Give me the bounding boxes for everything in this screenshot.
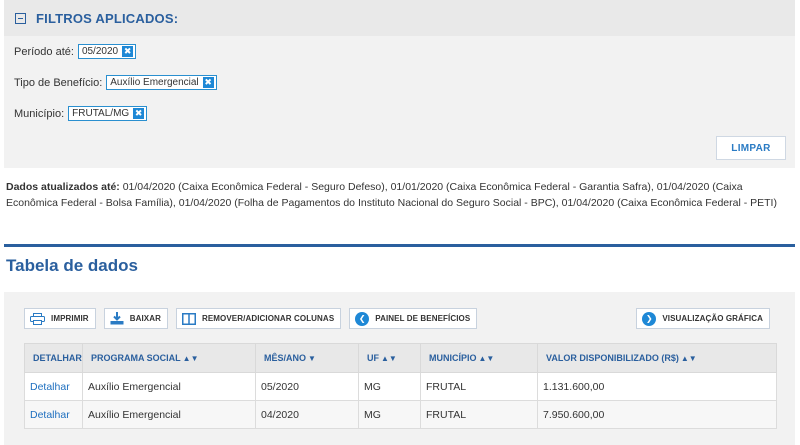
value-cell: 1.131.600,00 (537, 372, 777, 401)
filter-benefit-type-chip: Auxílio Emergencial ✖ (106, 75, 217, 90)
column-header-municipality[interactable]: MUNICÍPIO ▲▼ (420, 343, 538, 373)
column-header-month[interactable]: MÊS/ANO ▼ (255, 343, 359, 373)
sort-descending-icon[interactable]: ▼ (308, 354, 316, 363)
section-divider (4, 244, 795, 247)
filter-municipality-value: FRUTAL/MG (72, 108, 130, 119)
column-header-uf[interactable]: UF ▲▼ (358, 343, 421, 373)
download-label: BAIXAR (129, 314, 161, 323)
chevron-left-icon: ❮ (355, 311, 370, 326)
applied-filters-header[interactable]: FILTROS APLICADOS: (4, 0, 795, 36)
print-button[interactable]: IMPRIMIR (24, 308, 96, 329)
data-table: DETALHAR PROGRAMA SOCIAL ▲▼ MÊS/ANO ▼ UF ▲▼… (24, 343, 777, 429)
column-header-value[interactable]: VALOR DISPONIBILIZADO (R$) ▲▼ (537, 343, 777, 373)
filter-period-label: Período até: (14, 45, 74, 58)
column-header-detail: DETALHAR (24, 343, 83, 373)
download-icon (110, 312, 124, 325)
remove-filter-icon[interactable]: ✖ (202, 77, 214, 88)
sort-icon[interactable]: ▲▼ (183, 354, 199, 363)
detail-link-cell[interactable]: Detalhar (24, 372, 83, 401)
section-title: Tabela de dados (6, 256, 138, 275)
chevron-down-icon: ❯ (642, 311, 657, 326)
municipality-cell: FRUTAL (420, 400, 538, 429)
download-button[interactable]: BAIXAR (103, 308, 168, 329)
collapse-icon[interactable] (15, 12, 26, 24)
applied-filters-panel: FILTROS APLICADOS: Período até: 05/2020 … (4, 0, 795, 168)
filter-municipality-label: Município: (14, 107, 65, 120)
filter-period-chip: 05/2020 ✖ (77, 44, 137, 59)
filter-period-value: 05/2020 (81, 46, 119, 57)
detail-link[interactable]: Detalhar (30, 381, 70, 393)
columns-button[interactable]: REMOVER/ADICIONAR COLUNAS (175, 308, 342, 329)
print-label: IMPRIMIR (51, 314, 89, 323)
data-table-panel: IMPRIMIR BAIXAR REMOVER/ADICIONAR COLUNA… (4, 292, 795, 445)
sort-icon[interactable]: ▲▼ (681, 354, 697, 363)
benefits-panel-button[interactable]: ❮ PAINEL DE BENEFÍCIOS (349, 308, 478, 329)
month-cell: 05/2020 (255, 372, 359, 401)
chart-view-label: VISUALIZAÇÃO GRÁFICA (662, 314, 763, 323)
applied-filters-title: FILTROS APLICADOS: (36, 10, 179, 26)
filter-period: Período até: 05/2020 ✖ (14, 44, 137, 59)
detail-link[interactable]: Detalhar (30, 409, 70, 421)
municipality-cell: FRUTAL (420, 372, 538, 401)
data-updated-note: Dados atualizados até: 01/04/2020 (Caixa… (6, 179, 786, 211)
column-header-program[interactable]: PROGRAMA SOCIAL ▲▼ (82, 343, 256, 373)
sort-icon[interactable]: ▲▼ (381, 354, 397, 363)
table-row: Detalhar Auxílio Emergencial 04/2020 MG … (24, 400, 777, 429)
filter-benefit-type: Tipo de Benefício: Auxílio Emergencial ✖ (14, 75, 217, 90)
table-header-row: DETALHAR PROGRAMA SOCIAL ▲▼ MÊS/ANO ▼ UF ▲▼… (24, 343, 777, 373)
clear-filters-button[interactable]: LIMPAR (716, 136, 786, 160)
remove-filter-icon[interactable]: ✖ (122, 46, 134, 57)
sort-icon[interactable]: ▲▼ (479, 354, 495, 363)
columns-icon (181, 312, 196, 325)
value-cell: 7.950.600,00 (537, 400, 777, 429)
program-cell: Auxílio Emergencial (82, 372, 256, 401)
uf-cell: MG (358, 372, 421, 401)
filter-benefit-type-value: Auxílio Emergencial (110, 77, 199, 88)
table-toolbar: IMPRIMIR BAIXAR REMOVER/ADICIONAR COLUNA… (24, 308, 485, 329)
chart-view-button[interactable]: ❯ VISUALIZAÇÃO GRÁFICA (636, 308, 770, 329)
data-updated-text: 01/04/2020 (Caixa Econômica Federal - Se… (6, 181, 777, 209)
remove-filter-icon[interactable]: ✖ (133, 108, 145, 119)
uf-cell: MG (358, 400, 421, 429)
benefits-panel-label: PAINEL DE BENEFÍCIOS (375, 314, 471, 323)
filter-municipality: Município: FRUTAL/MG ✖ (14, 106, 148, 121)
month-cell: 04/2020 (255, 400, 359, 429)
filter-benefit-type-label: Tipo de Benefício: (14, 76, 103, 89)
program-cell: Auxílio Emergencial (82, 400, 256, 429)
filter-municipality-chip: FRUTAL/MG ✖ (68, 106, 148, 121)
data-updated-label: Dados atualizados até: (6, 181, 120, 193)
columns-label: REMOVER/ADICIONAR COLUNAS (201, 314, 335, 323)
printer-icon (30, 312, 45, 325)
table-row: Detalhar Auxílio Emergencial 05/2020 MG … (24, 372, 777, 401)
detail-link-cell[interactable]: Detalhar (24, 400, 83, 429)
